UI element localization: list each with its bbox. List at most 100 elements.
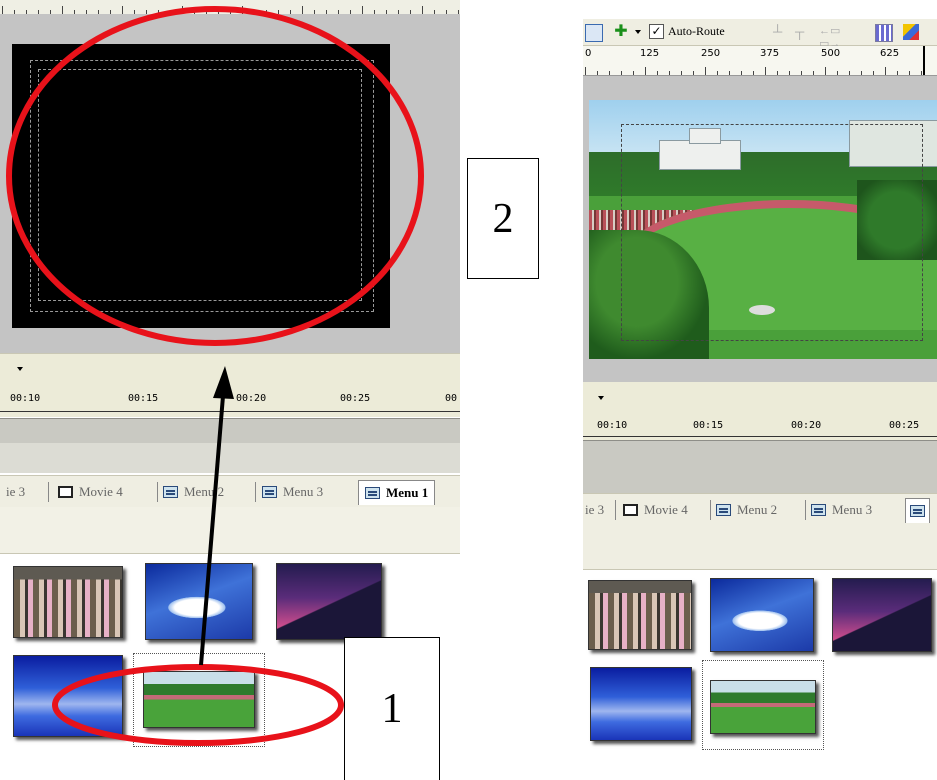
align-bottom-icon[interactable]: ┬ <box>795 24 811 40</box>
ruler-tick <box>242 6 243 14</box>
ruler-tick <box>717 71 718 75</box>
film-icon <box>623 504 638 516</box>
left-library-header <box>0 507 460 554</box>
menu-icon <box>262 486 277 498</box>
align-top-icon[interactable]: ┴ <box>773 24 789 40</box>
tab-menu-1-partial[interactable] <box>905 498 930 523</box>
timeline-label: 00:10 <box>10 393 41 404</box>
thumbnail-stadium-field[interactable] <box>143 671 255 728</box>
title-safe-guide <box>621 124 923 341</box>
timeline-label: 00 <box>445 393 458 404</box>
thumbnail-pool[interactable] <box>145 563 253 640</box>
ruler-tick <box>837 71 838 75</box>
tab-label: Menu 3 <box>283 484 324 499</box>
timeline-label: 00:25 <box>889 420 920 431</box>
timeline-baseline <box>583 436 937 437</box>
film-icon <box>58 486 73 498</box>
menu-icon <box>811 504 826 516</box>
menu-background-photo[interactable] <box>589 100 937 359</box>
ruler-label: 125 <box>640 48 660 59</box>
step-label-2: 2 <box>467 158 539 279</box>
tab-separator <box>157 482 158 502</box>
thumbnail-group-photo[interactable] <box>13 566 123 638</box>
tab-label: ie 3 <box>6 484 26 499</box>
dropdown-arrow-icon[interactable] <box>17 367 23 371</box>
color-picker-icon[interactable] <box>903 24 919 40</box>
thumbnail-water[interactable] <box>13 655 123 737</box>
menu-icon <box>716 504 731 516</box>
distribute-icon[interactable]: ←▭ ▭→ <box>819 24 855 50</box>
ruler-tick <box>801 71 802 75</box>
ruler-tick <box>885 67 886 75</box>
add-button-icon[interactable]: ✚ <box>613 24 629 40</box>
ruler-tick <box>182 6 183 14</box>
grid-icon[interactable] <box>875 24 893 42</box>
tab-menu-2[interactable]: Menu 2 <box>163 484 224 500</box>
timeline-label: 00:10 <box>597 420 628 431</box>
ruler-tick <box>362 6 363 14</box>
right-timeline-ruler: 00:10 00:15 00:20 00:25 <box>583 412 937 440</box>
ruler-tick <box>705 67 706 75</box>
auto-route-checkbox[interactable]: ✓ <box>649 24 664 39</box>
thumbnail-water[interactable] <box>590 667 692 741</box>
ruler-tick <box>609 71 610 75</box>
timeline-label: 00:20 <box>791 420 822 431</box>
tab-label: Menu 2 <box>737 502 778 517</box>
tab-label: Menu 1 <box>386 485 429 500</box>
tab-menu-2[interactable]: Menu 2 <box>716 502 777 518</box>
auto-route-label: Auto-Route <box>668 24 725 38</box>
ruler-tick <box>2 6 3 14</box>
select-tool-icon[interactable] <box>585 24 603 42</box>
ruler-tick <box>813 71 814 75</box>
ruler-tick <box>681 71 682 75</box>
tab-separator <box>615 500 616 520</box>
ruler-tick <box>657 71 658 75</box>
left-timeline-track[interactable] <box>0 418 460 444</box>
ruler-tick <box>873 71 874 75</box>
tab-separator <box>48 482 49 502</box>
ruler-tick <box>789 71 790 75</box>
thumbnail-sunset[interactable] <box>832 578 932 652</box>
thumbnail-pool[interactable] <box>710 578 814 652</box>
tab-menu-3[interactable]: Menu 3 <box>811 502 872 518</box>
ruler-tick <box>122 6 123 14</box>
left-track-lower <box>0 443 460 473</box>
dropdown-arrow-icon[interactable] <box>598 396 604 400</box>
tab-movie-4[interactable]: Movie 4 <box>623 502 688 518</box>
ruler-tick <box>621 71 622 75</box>
ruler-tick <box>669 71 670 75</box>
left-tab-bar: ie 3 Movie 4 Menu 2 Menu 3 Menu 1 <box>0 475 460 508</box>
tab-separator <box>710 500 711 520</box>
timeline-label: 00:25 <box>340 393 371 404</box>
ruler-label: 500 <box>821 48 841 59</box>
ruler-tick <box>777 71 778 75</box>
thumbnail-sunset[interactable] <box>276 563 382 640</box>
right-top-ruler: 0 125 250 375 500 625 <box>583 46 937 76</box>
right-toolbar: ✚ ✓ Auto-Route ┴ ┬ ←▭ ▭→ <box>583 19 937 50</box>
ruler-tick <box>897 71 898 75</box>
menu-icon <box>910 505 925 517</box>
ruler-tick <box>921 71 922 75</box>
ruler-tick <box>861 71 862 75</box>
thumbnail-stadium-field[interactable] <box>710 680 816 734</box>
ruler-tick <box>693 71 694 75</box>
dropdown-arrow-icon[interactable] <box>635 30 641 34</box>
right-tab-bar: ie 3 Movie 4 Menu 2 Menu 3 <box>583 493 937 524</box>
ruler-tick <box>585 67 586 75</box>
tab-movie-4[interactable]: Movie 4 <box>58 484 123 500</box>
timeline-label: 00:20 <box>236 393 267 404</box>
ruler-tick <box>825 67 826 75</box>
ruler-tick <box>597 71 598 75</box>
ruler-tick <box>633 71 634 75</box>
right-timeline-track[interactable] <box>583 440 937 494</box>
tab-movie-3[interactable]: ie 3 <box>6 484 25 500</box>
right-library-header <box>583 523 937 570</box>
ruler-label: 0 <box>585 48 592 59</box>
tab-menu-1[interactable]: Menu 1 <box>358 480 436 505</box>
tab-label: Movie 4 <box>644 502 688 517</box>
tab-movie-3[interactable]: ie 3 <box>585 502 604 518</box>
thumbnail-group-photo[interactable] <box>588 580 692 650</box>
ruler-tick <box>302 6 303 14</box>
tab-menu-3[interactable]: Menu 3 <box>262 484 323 500</box>
tab-label: Movie 4 <box>79 484 123 499</box>
